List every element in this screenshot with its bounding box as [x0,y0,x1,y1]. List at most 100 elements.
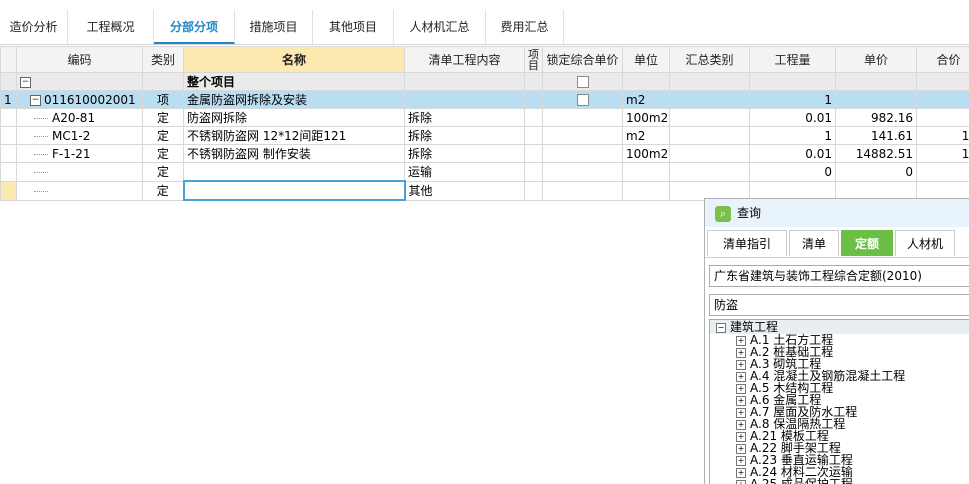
row-lock[interactable] [543,163,623,182]
row-type[interactable] [143,73,184,91]
row-code[interactable]: −011610002001 [17,91,143,109]
tree-node[interactable]: +A.1 土石方工程 [710,334,969,346]
row-code[interactable]: F-1-21 [17,145,143,163]
row-lock[interactable] [543,109,623,127]
query-tab-bill[interactable]: 清单 [789,230,839,256]
quota-library-select[interactable]: 广东省建筑与装饰工程综合定额(2010) [709,265,969,287]
row-lock[interactable] [543,91,623,109]
row-name[interactable]: 不锈钢防盗网 制作安装 [184,145,405,163]
tab-labor-material-summary[interactable]: 人材机汇总 [394,10,486,44]
row-item[interactable] [525,109,543,127]
row-qty[interactable]: 1 [750,91,836,109]
row-type[interactable]: 定 [143,145,184,163]
row-unit[interactable] [623,73,670,91]
table-row[interactable]: 1 −011610002001 项 金属防盗网拆除及安装 m2 1 [1,91,969,109]
row-qty[interactable]: 0.01 [750,109,836,127]
table-row-whole-project[interactable]: − 整个项目 [1,73,969,91]
row-lock[interactable] [543,73,623,91]
row-unit[interactable] [623,163,670,182]
row-unit[interactable]: m2 [623,127,670,145]
row-total[interactable]: 14 [917,127,969,145]
expand-icon[interactable]: + [736,360,746,370]
query-panel-title-bar[interactable]: ⌕查询 [705,199,969,227]
row-content[interactable] [405,73,525,91]
tab-sub-items[interactable]: 分部分项 [154,10,235,44]
row-price[interactable] [836,73,917,91]
tree-node[interactable]: +A.25 成品保护工程 [710,478,969,484]
tab-other-items[interactable]: 其他项目 [313,10,394,44]
header-summary-type[interactable]: 汇总类别 [670,47,750,73]
row-lock[interactable] [543,127,623,145]
row-qty[interactable] [750,73,836,91]
row-lock[interactable] [543,145,623,163]
row-item[interactable] [525,145,543,163]
lock-checkbox[interactable] [577,94,589,106]
header-type[interactable]: 类别 [143,47,184,73]
row-code[interactable]: A20-81 [17,109,143,127]
expand-icon[interactable]: + [736,384,746,394]
row-item[interactable] [525,91,543,109]
row-price[interactable] [836,91,917,109]
row-type[interactable]: 定 [143,163,184,182]
row-unit[interactable]: 100m2 [623,145,670,163]
row-total[interactable] [917,91,969,109]
row-name[interactable]: 防盗网拆除 [184,109,405,127]
quota-search-input[interactable]: 防盗 [709,294,969,316]
tab-fee-summary[interactable]: 费用汇总 [486,10,564,44]
row-unit[interactable]: m2 [623,91,670,109]
table-row[interactable]: F-1-21 定 不锈钢防盗网 制作安装 拆除 100m2 0.01 14882… [1,145,969,163]
row-price[interactable]: 14882.51 [836,145,917,163]
row-summary[interactable] [670,127,750,145]
row-name[interactable]: 金属防盗网拆除及安装 [184,91,405,109]
row-total[interactable] [917,73,969,91]
tree-root[interactable]: −建筑工程 [710,320,969,334]
expand-icon[interactable]: + [736,372,746,382]
tree-node[interactable]: +A.8 保温隔热工程 [710,418,969,430]
collapse-icon[interactable]: − [20,77,31,88]
row-summary[interactable] [670,109,750,127]
header-code[interactable]: 编码 [17,47,143,73]
row-qty[interactable]: 0.01 [750,145,836,163]
tree-node[interactable]: +A.2 桩基础工程 [710,346,969,358]
row-content[interactable]: 运输 [405,163,525,182]
row-total[interactable] [917,163,969,182]
expand-icon[interactable]: + [736,396,746,406]
expand-icon[interactable]: + [736,348,746,358]
name-edit-cell[interactable] [184,181,405,200]
row-summary[interactable] [670,91,750,109]
header-item[interactable]: 项目 [525,47,543,73]
row-qty[interactable]: 1 [750,127,836,145]
row-price[interactable]: 0 [836,163,917,182]
row-type[interactable]: 定 [143,109,184,127]
row-unit[interactable] [623,181,670,200]
row-code[interactable]: MC1-2 [17,127,143,145]
header-lock-price[interactable]: 锁定综合单价 [543,47,623,73]
row-total[interactable]: 14 [917,145,969,163]
row-code[interactable] [17,181,143,200]
row-item[interactable] [525,181,543,200]
table-row[interactable]: 定 运输 0 0 [1,163,969,182]
row-qty[interactable]: 0 [750,163,836,182]
row-item[interactable] [525,127,543,145]
expand-icon[interactable]: + [736,420,746,430]
expand-icon[interactable]: + [736,480,746,484]
tree-node[interactable]: +A.5 木结构工程 [710,382,969,394]
row-summary[interactable] [670,163,750,182]
row-summary[interactable] [670,145,750,163]
row-price[interactable]: 141.61 [836,127,917,145]
query-tab-quota[interactable]: 定额 [841,230,893,256]
query-tab-bill-guide[interactable]: 清单指引 [707,230,787,256]
row-name[interactable]: 不锈钢防盗网 12*12间距121 [184,127,405,145]
expand-icon[interactable]: + [736,408,746,418]
expand-icon[interactable]: + [736,444,746,454]
header-name[interactable]: 名称 [184,47,405,73]
tab-project-overview[interactable]: 工程概况 [68,10,154,44]
row-type[interactable]: 定 [143,127,184,145]
row-code[interactable]: − [17,73,143,91]
lock-checkbox[interactable] [577,76,589,88]
row-lock[interactable] [543,181,623,200]
header-quantity[interactable]: 工程量 [750,47,836,73]
query-tab-labor-material[interactable]: 人材机 [895,230,955,256]
row-total[interactable] [917,109,969,127]
row-content[interactable] [405,91,525,109]
